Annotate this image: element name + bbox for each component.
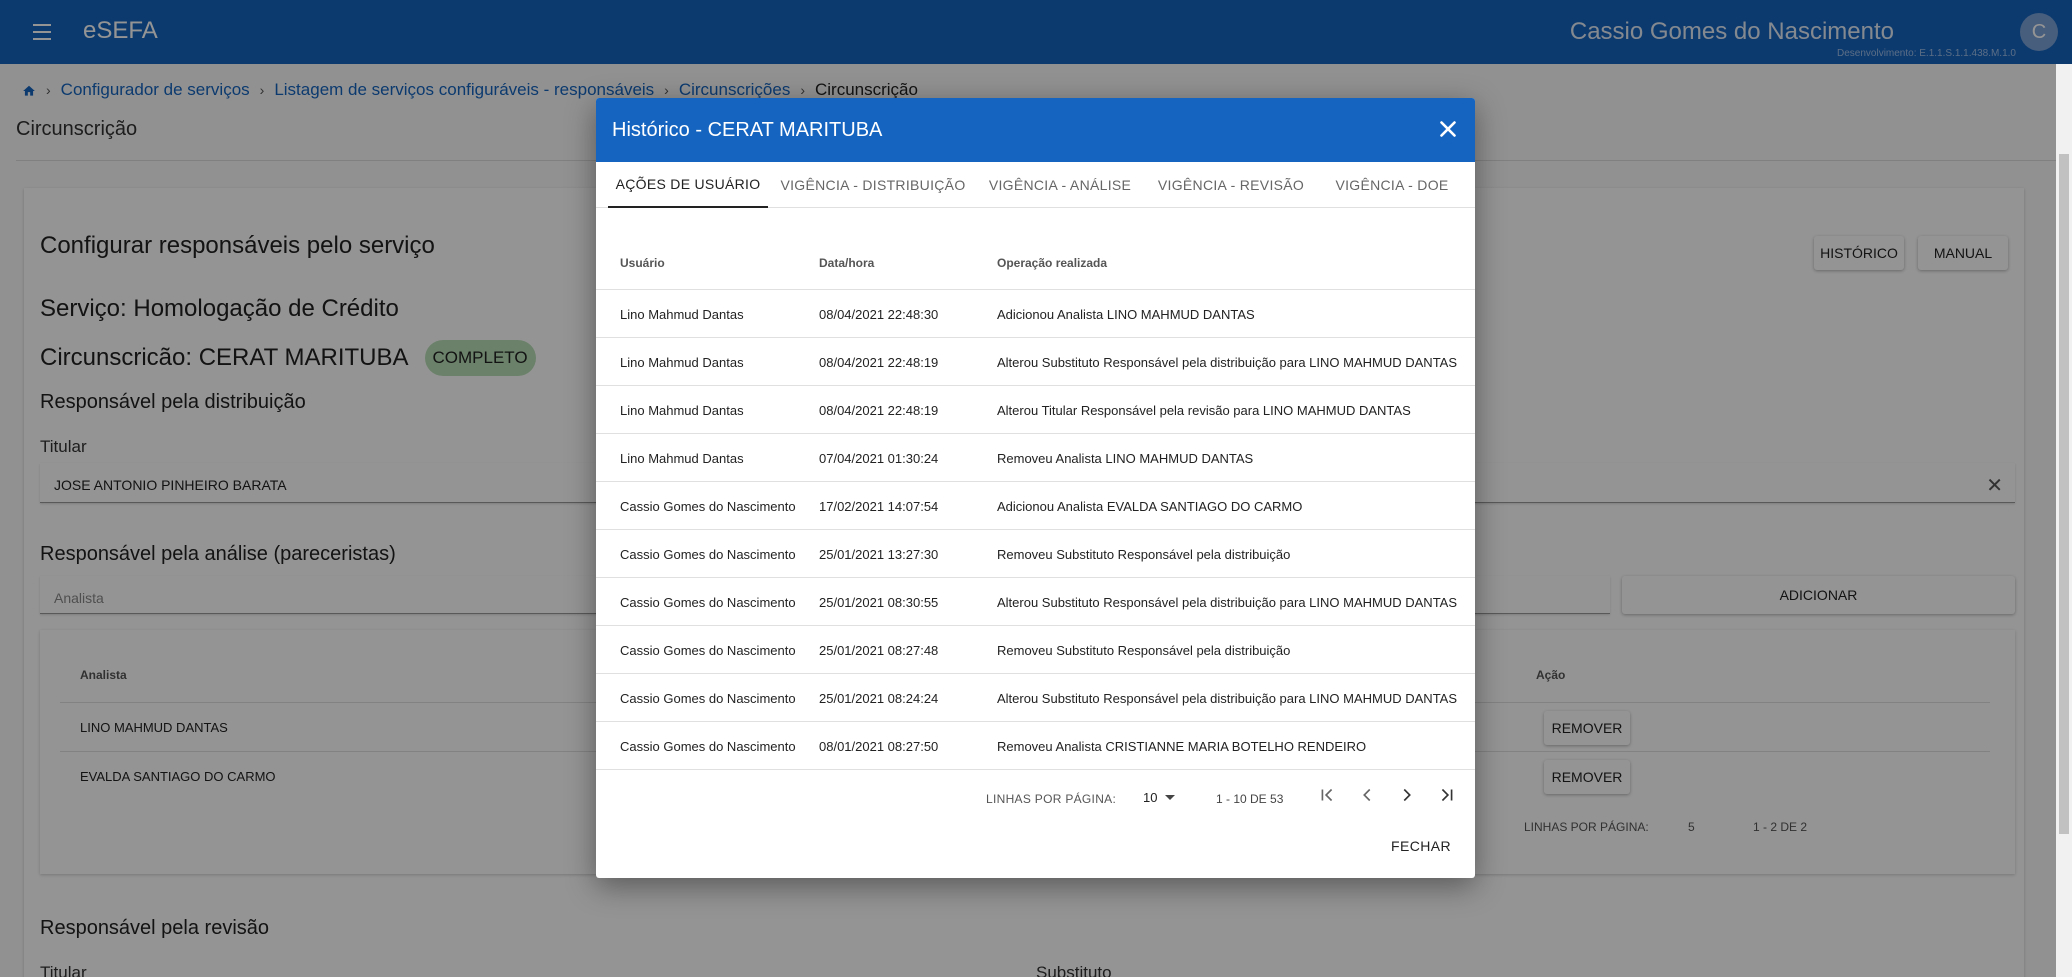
- table-row: Cassio Gomes do Nascimento 25/01/2021 08:…: [596, 578, 1475, 626]
- cell-usuario: Cassio Gomes do Nascimento: [620, 499, 796, 514]
- close-icon[interactable]: [1435, 116, 1461, 142]
- scrollbar[interactable]: [2056, 64, 2072, 977]
- table-row: Cassio Gomes do Nascimento 08/01/2021 08:…: [596, 722, 1475, 770]
- cell-data-hora: 25/01/2021 08:30:55: [819, 595, 939, 610]
- last-page-icon[interactable]: [1436, 784, 1458, 806]
- table-row: Cassio Gomes do Nascimento 25/01/2021 08:…: [596, 626, 1475, 674]
- table-row: Lino Mahmud Dantas 08/04/2021 22:48:30 Adi…: [596, 290, 1475, 338]
- tab-vigencia-doe[interactable]: VIGÊNCIA - DOE: [1322, 162, 1462, 208]
- history-pagination: LINHAS POR PÁGINA: 10 1 - 10 DE 53: [596, 772, 1475, 820]
- cell-usuario: Cassio Gomes do Nascimento: [620, 739, 796, 754]
- cell-usuario: Lino Mahmud Dantas: [620, 355, 744, 370]
- column-header-usuario: Usuário: [620, 256, 665, 270]
- cell-data-hora: 08/04/2021 22:48:19: [819, 355, 939, 370]
- cell-data-hora: 08/01/2021 08:27:50: [819, 739, 939, 754]
- tab-acoes-usuario[interactable]: AÇÕES DE USUÁRIO: [608, 162, 768, 208]
- table-row: Lino Mahmud Dantas 08/04/2021 22:48:19 Alt…: [596, 338, 1475, 386]
- table-row: Cassio Gomes do Nascimento 25/01/2021 13:…: [596, 530, 1475, 578]
- table-row: Cassio Gomes do Nascimento 25/01/2021 08:…: [596, 674, 1475, 722]
- caret-down-icon: [1165, 795, 1176, 800]
- cell-operacao: Adicionou Analista EVALDA SANTIAGO DO CA…: [997, 499, 1303, 514]
- cell-data-hora: 25/01/2021 13:27:30: [819, 547, 939, 562]
- pagination-range: 1 - 10 DE 53: [1216, 792, 1284, 806]
- cell-data-hora: 08/04/2021 22:48:30: [819, 307, 939, 322]
- dialog-tabs: AÇÕES DE USUÁRIO VIGÊNCIA - DISTRIBUIÇÃO…: [596, 162, 1475, 208]
- cell-operacao: Removeu Substituto Responsável pela dist…: [997, 643, 1291, 658]
- tab-vigencia-distribuicao[interactable]: VIGÊNCIA - DISTRIBUIÇÃO: [774, 162, 972, 208]
- cell-operacao: Alterou Titular Responsável pela revisão…: [997, 403, 1411, 418]
- cell-operacao: Removeu Analista CRISTIANNE MARIA BOTELH…: [997, 739, 1367, 754]
- first-page-icon[interactable]: [1316, 784, 1338, 806]
- dialog-header: Histórico - CERAT MARITUBA: [596, 98, 1475, 162]
- fechar-button[interactable]: FECHAR: [1391, 838, 1451, 854]
- tab-vigencia-revisao[interactable]: VIGÊNCIA - REVISÃO: [1148, 162, 1314, 208]
- cell-data-hora: 07/04/2021 01:30:24: [819, 451, 939, 466]
- previous-page-icon[interactable]: [1356, 784, 1378, 806]
- cell-usuario: Lino Mahmud Dantas: [620, 403, 744, 418]
- table-row: Cassio Gomes do Nascimento 17/02/2021 14:…: [596, 482, 1475, 530]
- cell-data-hora: 17/02/2021 14:07:54: [819, 499, 939, 514]
- cell-usuario: Cassio Gomes do Nascimento: [620, 691, 796, 706]
- cell-usuario: Lino Mahmud Dantas: [620, 451, 744, 466]
- cell-usuario: Cassio Gomes do Nascimento: [620, 643, 796, 658]
- cell-operacao: Alterou Substituto Responsável pela dist…: [997, 355, 1458, 370]
- cell-data-hora: 08/04/2021 22:48:19: [819, 403, 939, 418]
- cell-operacao: Removeu Analista LINO MAHMUD DANTAS: [997, 451, 1254, 466]
- history-dialog: Histórico - CERAT MARITUBA AÇÕES DE USUÁ…: [596, 98, 1475, 878]
- table-row: Lino Mahmud Dantas 07/04/2021 01:30:24 Rem…: [596, 434, 1475, 482]
- cell-usuario: Cassio Gomes do Nascimento: [620, 595, 796, 610]
- cell-usuario: Cassio Gomes do Nascimento: [620, 547, 796, 562]
- cell-usuario: Lino Mahmud Dantas: [620, 307, 744, 322]
- dialog-title: Histórico - CERAT MARITUBA: [612, 119, 883, 141]
- rows-per-page-label: LINHAS POR PÁGINA:: [986, 792, 1117, 806]
- table-row: Lino Mahmud Dantas 08/04/2021 22:48:19 Alt…: [596, 386, 1475, 434]
- column-header-data-hora: Data/hora: [819, 256, 875, 270]
- next-page-icon[interactable]: [1396, 784, 1418, 806]
- history-table-header: Usuário Data/hora Operação realizada: [596, 234, 1475, 290]
- scrollbar-thumb[interactable]: [2059, 154, 2069, 834]
- cell-operacao: Adicionou Analista LINO MAHMUD DANTAS: [997, 307, 1255, 322]
- rows-per-page-select[interactable]: 10: [1143, 790, 1176, 805]
- rows-per-page-value: 10: [1143, 790, 1158, 805]
- cell-operacao: Alterou Substituto Responsável pela dist…: [997, 691, 1458, 706]
- column-header-operacao: Operação realizada: [997, 256, 1108, 270]
- cell-operacao: Alterou Substituto Responsável pela dist…: [997, 595, 1458, 610]
- tab-vigencia-analise[interactable]: VIGÊNCIA - ANÁLISE: [980, 162, 1140, 208]
- cell-data-hora: 25/01/2021 08:27:48: [819, 643, 939, 658]
- cell-operacao: Removeu Substituto Responsável pela dist…: [997, 547, 1291, 562]
- cell-data-hora: 25/01/2021 08:24:24: [819, 691, 939, 706]
